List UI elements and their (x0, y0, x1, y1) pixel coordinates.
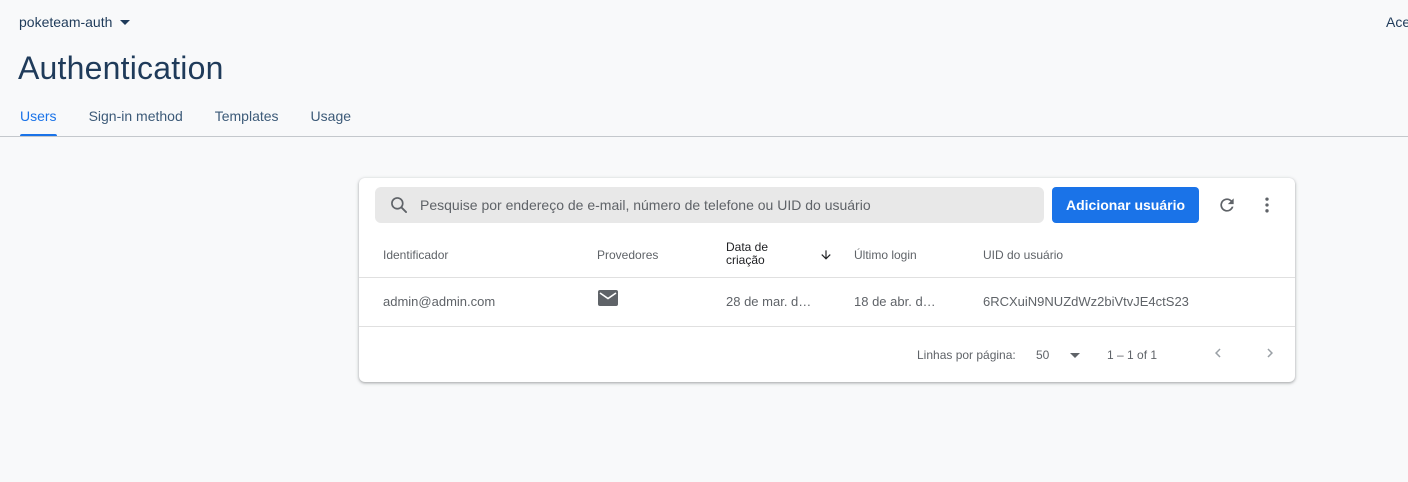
column-created-line1: Data de (726, 240, 769, 254)
cell-uid: 6RCXuiN9NUZdWz2biVtvJE4ctS23 (983, 294, 1189, 309)
column-created[interactable]: Data de criação (726, 241, 786, 267)
column-uid[interactable]: UID do usuário (983, 248, 1063, 262)
chevron-down-icon (1070, 352, 1081, 358)
cell-created: 28 de mar. d… (726, 294, 812, 309)
arrow-down-icon[interactable] (819, 248, 833, 267)
rows-per-page-label: Linhas por página: (917, 348, 1016, 362)
search-bar[interactable] (375, 187, 1044, 223)
refresh-icon[interactable] (1215, 193, 1239, 217)
cell-identifier: admin@admin.com (383, 294, 496, 309)
search-input[interactable] (418, 196, 1022, 214)
cell-last-login: 18 de abr. d… (854, 294, 936, 309)
table-row[interactable]: admin@admin.com 28 de mar. d… 18 de abr.… (359, 278, 1295, 327)
tab-templates[interactable]: Templates (215, 104, 279, 137)
column-created-line2: criação (726, 253, 765, 267)
rows-per-page-select[interactable]: 50 (1036, 348, 1081, 362)
table-header: Identificador Provedores Data de criação… (359, 235, 1295, 278)
chevron-down-icon (120, 19, 131, 25)
tab-bar: Users Sign-in method Templates Usage (20, 104, 383, 137)
tab-sign-in-method[interactable]: Sign-in method (89, 104, 183, 137)
tab-users[interactable]: Users (20, 104, 57, 137)
page-title: Authentication (18, 50, 224, 86)
page-range: 1 – 1 of 1 (1107, 348, 1158, 362)
top-right-link[interactable]: Ace (1386, 14, 1408, 30)
project-selector[interactable]: poketeam-auth (19, 14, 131, 30)
pagination: Linhas por página: 50 1 – 1 of 1 (359, 327, 1295, 382)
tab-divider (0, 136, 1408, 137)
column-last-login[interactable]: Último login (854, 248, 917, 262)
column-identifier[interactable]: Identificador (383, 248, 448, 262)
tab-usage[interactable]: Usage (311, 104, 351, 137)
rows-per-page-value: 50 (1036, 348, 1050, 362)
column-providers[interactable]: Provedores (597, 248, 658, 262)
project-name: poketeam-auth (19, 14, 113, 30)
search-icon (391, 197, 407, 213)
chevron-left-icon[interactable] (1209, 344, 1227, 367)
more-vert-icon[interactable] (1255, 193, 1279, 217)
users-card: Adicionar usuário Identificador Provedor… (359, 178, 1295, 382)
chevron-right-icon[interactable] (1261, 344, 1279, 367)
add-user-button[interactable]: Adicionar usuário (1052, 187, 1199, 223)
email-icon (598, 290, 618, 311)
